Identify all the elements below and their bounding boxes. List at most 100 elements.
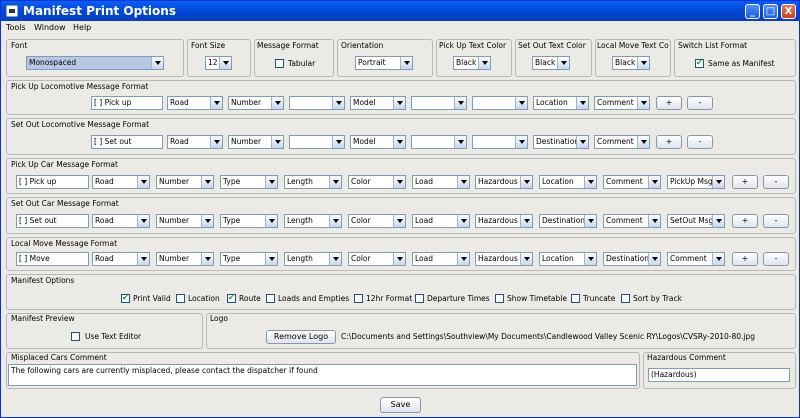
manifest-option-checkbox[interactable] [621, 294, 630, 303]
prefix-field[interactable]: [ ] Set out [16, 214, 89, 228]
tabular-checkbox[interactable] [275, 59, 284, 68]
format-field-combo[interactable]: Model [350, 135, 406, 149]
chevron-down-icon [712, 176, 724, 188]
prefix-field[interactable]: [ ] Move [16, 252, 89, 266]
format-field-value: Hazardous [478, 216, 518, 225]
remove-field-button[interactable]: - [763, 175, 789, 189]
orientation-combo[interactable]: Portrait [355, 56, 413, 70]
format-field-combo[interactable] [411, 135, 467, 149]
localmove-color-combo[interactable]: Black [612, 56, 650, 70]
format-field-combo[interactable]: Hazardous [475, 252, 533, 266]
manifest-option-checkbox[interactable] [571, 294, 580, 303]
maximize-button[interactable]: □ [763, 4, 778, 19]
use-text-editor-checkbox[interactable] [71, 332, 80, 341]
format-field-combo[interactable]: Location [539, 175, 597, 189]
format-field-combo[interactable]: Model [350, 96, 406, 110]
font-size-combo[interactable]: 12 [205, 56, 232, 70]
format-field-combo[interactable] [472, 96, 528, 110]
remove-field-button[interactable]: - [763, 252, 789, 266]
add-field-button[interactable]: + [732, 252, 758, 266]
format-field-combo[interactable]: Location [533, 96, 589, 110]
manifest-option-checkbox[interactable] [354, 294, 363, 303]
format-field-combo[interactable]: Color [348, 175, 406, 189]
format-field-combo[interactable]: Comment [603, 214, 661, 228]
format-field-combo[interactable]: Destination [533, 135, 589, 149]
add-field-button[interactable]: + [732, 175, 758, 189]
manifest-option-checkbox[interactable] [176, 294, 185, 303]
format-field-combo[interactable] [289, 96, 345, 110]
format-field-combo[interactable]: Location [539, 252, 597, 266]
format-field-combo[interactable]: Hazardous [475, 214, 533, 228]
font-combo[interactable]: Monospaced [26, 56, 164, 70]
format-field-combo[interactable]: Road [92, 214, 150, 228]
remove-field-button[interactable]: - [687, 96, 713, 110]
chevron-down-icon [457, 176, 469, 188]
format-field-combo[interactable]: Color [348, 214, 406, 228]
manifest-option-checkbox[interactable] [121, 293, 130, 303]
same-as-manifest-checkbox[interactable] [695, 58, 704, 68]
manifest-option-checkbox[interactable] [495, 294, 504, 303]
format-field-combo[interactable]: Load [412, 214, 470, 228]
format-field-combo[interactable]: Comment [594, 135, 650, 149]
format-field-combo[interactable]: Number [156, 252, 214, 266]
hazardous-comment-field[interactable]: (Hazardous) [648, 368, 790, 382]
manifest-option-checkbox[interactable] [266, 294, 275, 303]
format-field-combo[interactable]: Number [228, 135, 284, 149]
format-field-combo[interactable]: Number [228, 96, 284, 110]
format-field-combo[interactable]: Road [92, 252, 150, 266]
format-field-combo[interactable]: Number [156, 175, 214, 189]
prefix-field[interactable]: [ ] Pick up [91, 96, 163, 110]
save-button[interactable]: Save [380, 397, 421, 413]
format-field-combo[interactable]: PickUp Msg [667, 175, 725, 189]
format-field-combo[interactable]: Load [412, 252, 470, 266]
menu-help[interactable]: Help [73, 23, 91, 32]
format-field-combo[interactable] [289, 135, 345, 149]
format-field-combo[interactable]: Type [220, 175, 278, 189]
format-field-combo[interactable]: Destination [539, 214, 597, 228]
minimize-button[interactable]: _ [745, 4, 760, 19]
manifest-option-checkbox[interactable] [227, 293, 236, 303]
format-field-combo[interactable]: SetOut Msg [667, 214, 725, 228]
format-field-combo[interactable]: Length [284, 252, 342, 266]
format-field-combo[interactable]: Number [156, 214, 214, 228]
remove-field-button[interactable]: - [687, 135, 713, 149]
menu-window[interactable]: Window [34, 23, 66, 32]
remove-logo-button[interactable]: Remove Logo [266, 330, 336, 344]
add-field-button[interactable]: + [732, 214, 758, 228]
format-field-value: Number [159, 254, 190, 263]
format-field-combo[interactable]: Comment [667, 252, 725, 266]
format-field-value: Comment [606, 216, 643, 225]
message-format-label: Message Format [257, 41, 319, 50]
prefix-field[interactable]: [ ] Pick up [16, 175, 89, 189]
format-field-combo[interactable]: Type [220, 252, 278, 266]
format-field-combo[interactable]: Road [167, 96, 223, 110]
format-field-combo[interactable] [411, 96, 467, 110]
format-field-combo[interactable]: Hazardous [475, 175, 533, 189]
format-field-combo[interactable]: Type [220, 214, 278, 228]
format-field-combo[interactable]: Color [348, 252, 406, 266]
format-field-combo[interactable] [472, 135, 528, 149]
setout-color-combo[interactable]: Black [532, 56, 570, 70]
title-bar: Manifest Print Options _ □ X [1, 1, 799, 21]
format-field-combo[interactable]: Road [92, 175, 150, 189]
format-field-combo[interactable]: Length [284, 214, 342, 228]
chevron-down-icon [393, 176, 405, 188]
format-field-combo[interactable]: Length [284, 175, 342, 189]
misplaced-comment-textarea[interactable]: The following cars are currently misplac… [8, 364, 637, 386]
manifest-option-checkbox[interactable] [415, 294, 424, 303]
remove-field-button[interactable]: - [763, 214, 789, 228]
format-field-combo[interactable]: Road [167, 135, 223, 149]
pickup-color-combo[interactable]: Black [453, 56, 491, 70]
chevron-down-icon [520, 215, 532, 227]
menu-tools[interactable]: Tools [6, 23, 26, 32]
format-field-combo[interactable]: Destination [603, 252, 661, 266]
add-field-button[interactable]: + [656, 135, 682, 149]
format-field-combo[interactable]: Load [412, 175, 470, 189]
chevron-down-icon [520, 253, 532, 265]
close-button[interactable]: X [781, 4, 796, 19]
format-field-combo[interactable]: Comment [594, 96, 650, 110]
format-field-combo[interactable]: Comment [603, 175, 661, 189]
prefix-field[interactable]: [ ] Set out [91, 135, 163, 149]
add-field-button[interactable]: + [656, 96, 682, 110]
format-field-value: PickUp Msg [670, 177, 713, 186]
